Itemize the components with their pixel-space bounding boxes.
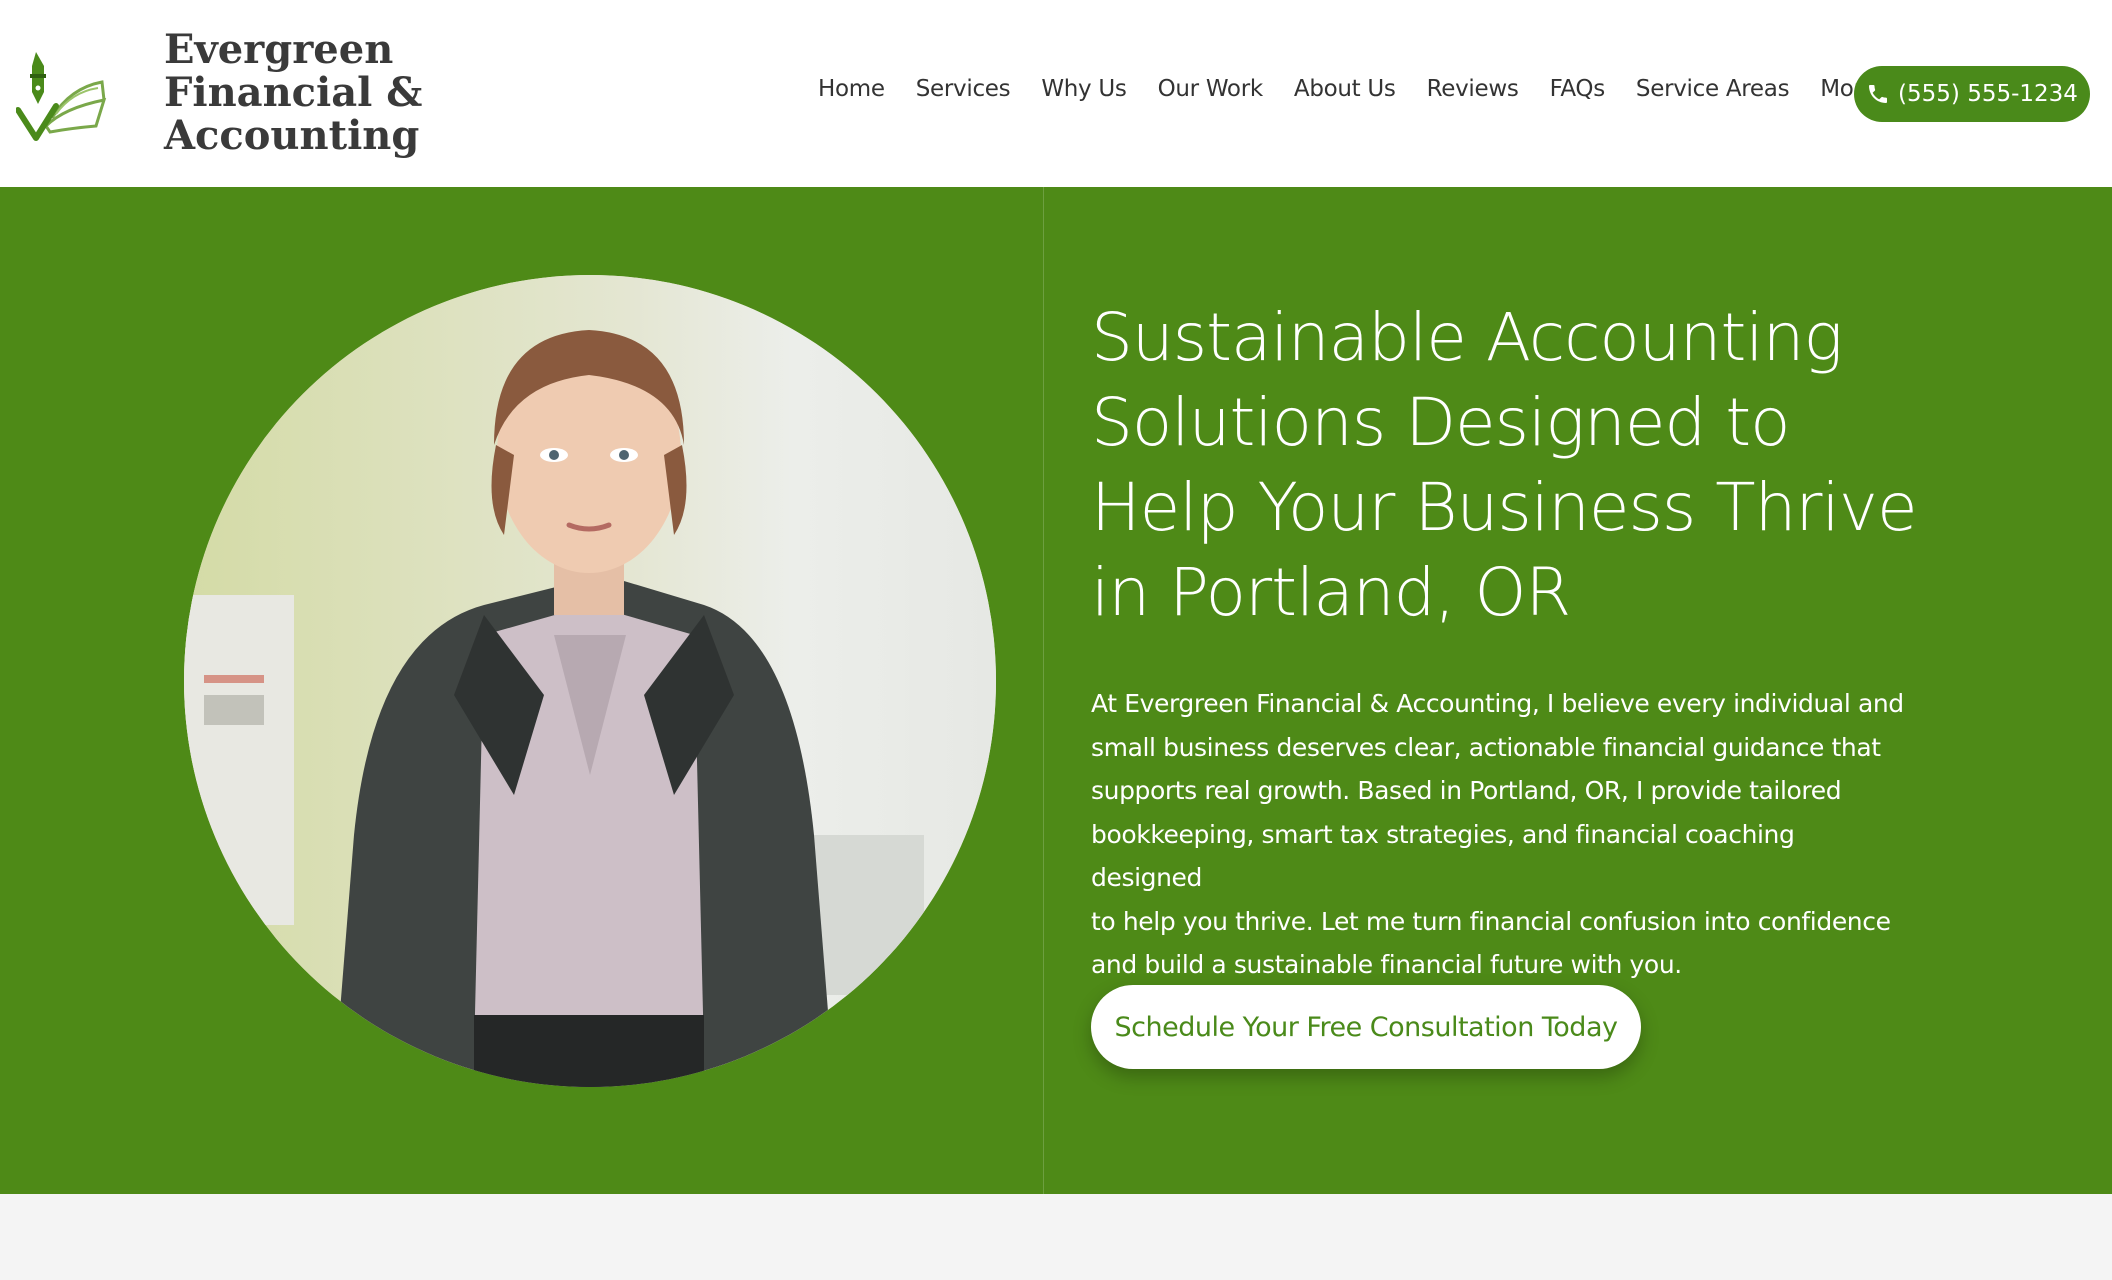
next-section-strip — [0, 1194, 2112, 1280]
hero-headline-line2: Solutions Designed to — [1091, 384, 1791, 461]
brand-name-line3: Accounting — [164, 112, 420, 159]
hero-headline-line4: in Portland, OR — [1091, 554, 1571, 631]
hero-headline: Sustainable Accounting Solutions Designe… — [1091, 295, 1991, 635]
hero-portrait-photo — [184, 275, 996, 1087]
brand-name-line2: Financial & — [164, 69, 423, 116]
phone-button[interactable]: (555) 555-1234 — [1854, 66, 2090, 122]
brand-name: Evergreen Financial & Accounting — [164, 28, 422, 157]
portrait-illustration — [184, 275, 996, 1087]
hero-headline-line3: Help Your Business Thrive — [1091, 469, 1918, 546]
nav-services[interactable]: Services — [916, 76, 1011, 102]
main-nav: Home Services Why Us Our Work About Us R… — [818, 76, 1876, 102]
phone-icon — [1869, 85, 1888, 103]
nav-service-areas[interactable]: Service Areas — [1636, 76, 1790, 102]
hero-headline-line1: Sustainable Accounting — [1091, 299, 1843, 376]
nav-about-us[interactable]: About Us — [1294, 76, 1396, 102]
nav-why-us[interactable]: Why Us — [1041, 76, 1127, 102]
hero-description-line6: and build a sustainable financial future… — [1091, 950, 1682, 979]
nav-home[interactable]: Home — [818, 76, 885, 102]
nav-faqs[interactable]: FAQs — [1550, 76, 1606, 102]
hero-description: At Evergreen Financial & Accounting, I b… — [1091, 682, 1911, 987]
pen-book-check-icon — [16, 52, 107, 141]
hero-description-line4: bookkeeping, smart tax strategies, and f… — [1091, 819, 1795, 893]
nav-reviews[interactable]: Reviews — [1427, 76, 1519, 102]
hero-description-line2: small business deserves clear, actionabl… — [1091, 732, 1881, 762]
brand-logo[interactable]: Evergreen Financial & Accounting — [16, 28, 422, 157]
hero-description-line1: At Evergreen Financial & Accounting, I b… — [1091, 689, 1904, 718]
phone-number: (555) 555-1234 — [1898, 81, 2078, 107]
hero-description-line3: supports real growth. Based in Portland,… — [1091, 776, 1842, 805]
hero-description-line5: to help you thrive. Let me turn financia… — [1091, 906, 1891, 936]
brand-name-line1: Evergreen — [164, 26, 394, 73]
site-header: Evergreen Financial & Accounting Home Se… — [0, 0, 2112, 187]
hero-divider — [1043, 187, 1044, 1194]
hero-section: Sustainable Accounting Solutions Designe… — [0, 187, 2112, 1194]
cta-label: Schedule Your Free Consultation Today — [1114, 1011, 1618, 1043]
nav-our-work[interactable]: Our Work — [1158, 76, 1264, 102]
schedule-consultation-button[interactable]: Schedule Your Free Consultation Today — [1091, 985, 1641, 1069]
